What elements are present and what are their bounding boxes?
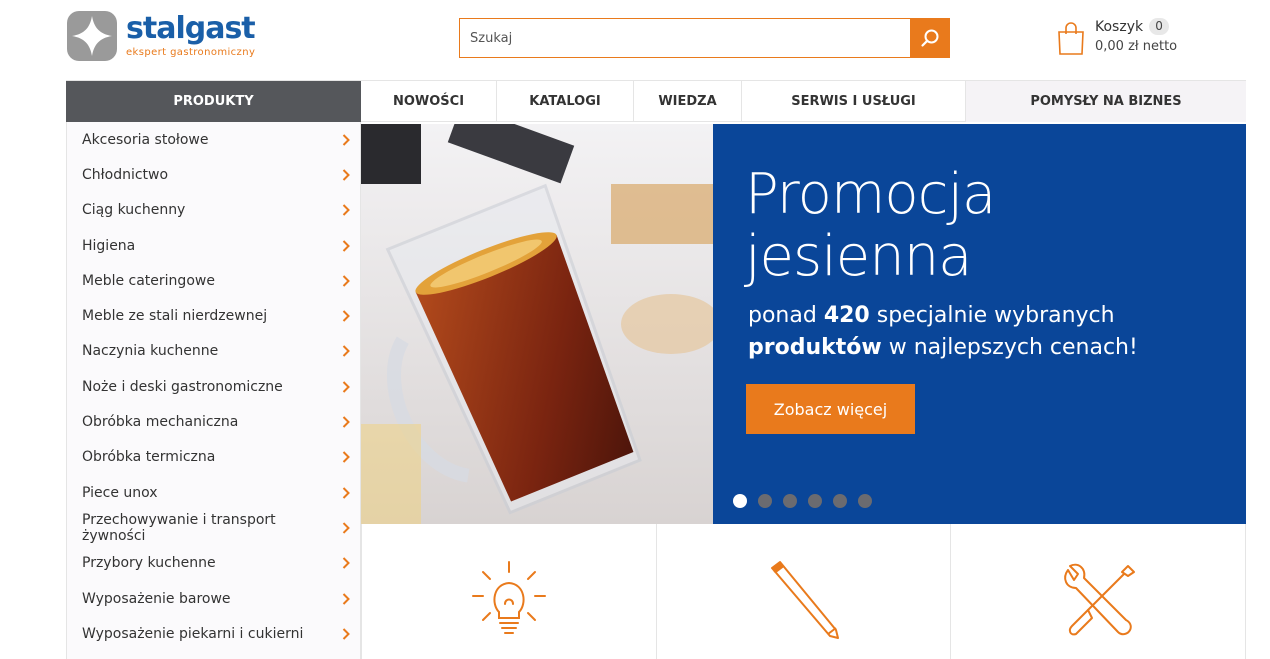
- category-item[interactable]: Chłodnictwo: [67, 157, 360, 192]
- chevron-right-icon: [342, 204, 350, 216]
- nav-item-katalogi[interactable]: KATALOGI: [497, 81, 634, 122]
- promo-banner[interactable]: Promocja jesienna ponad 420 specjalnie w…: [361, 124, 1246, 524]
- category-label: Przechowywanie i transport żywności: [82, 511, 276, 544]
- category-label: Chłodnictwo: [82, 166, 169, 183]
- tea-glass-image: [361, 124, 713, 524]
- category-item[interactable]: Piece unox: [67, 475, 360, 510]
- tile-ideas[interactable]: [361, 524, 657, 659]
- category-item[interactable]: Naczynia kuchenne: [67, 334, 360, 369]
- slider-dot[interactable]: [808, 494, 822, 508]
- chevron-right-icon: [342, 557, 350, 569]
- chevron-right-icon: [342, 486, 350, 499]
- search-button[interactable]: [910, 18, 950, 58]
- chevron-right-icon: [342, 345, 350, 358]
- slider-dot[interactable]: [733, 494, 747, 508]
- cart[interactable]: Koszyk 0 0,00 zł netto: [1056, 18, 1236, 62]
- shopping-bag-icon: [1058, 22, 1084, 55]
- cart-label: Koszyk: [1095, 18, 1144, 35]
- cart-count-badge: 0: [1149, 18, 1170, 35]
- category-label: Obróbka mechaniczna: [82, 414, 239, 431]
- category-label: Naczynia kuchenne: [82, 343, 219, 360]
- nav-item-wiedza[interactable]: WIEDZA: [634, 81, 742, 122]
- chevron-right-icon: [342, 592, 350, 605]
- chevron-right-icon: [342, 133, 350, 146]
- category-label: Wyposażenie barowe: [82, 590, 231, 607]
- category-label: Meble ze stali nierdzewnej: [82, 308, 268, 325]
- category-label: Noże i deski gastronomiczne: [82, 378, 283, 395]
- chevron-right-icon: [342, 628, 350, 640]
- promo-title: Promocja jesienna: [745, 162, 996, 289]
- category-item[interactable]: Meble ze stali nierdzewnej: [67, 298, 360, 333]
- category-item[interactable]: Noże i deski gastronomiczne: [67, 369, 360, 404]
- slider-dots: [733, 494, 883, 508]
- main-nav: PRODUKTY NOWOŚCI KATALOGI WIEDZA SERWIS …: [66, 80, 1246, 122]
- chevron-right-icon: [342, 522, 350, 534]
- feature-tiles: [361, 524, 1247, 659]
- slider-dot[interactable]: [758, 494, 772, 508]
- chevron-right-icon: [342, 451, 350, 464]
- see-more-button[interactable]: Zobacz więcej: [746, 384, 915, 434]
- nav-item-pomysly[interactable]: POMYSŁY NA BIZNES: [966, 81, 1246, 122]
- category-item[interactable]: Ciąg kuchenny: [67, 193, 360, 228]
- promo-panel: Promocja jesienna ponad 420 specjalnie w…: [713, 124, 1246, 524]
- nav-item-nowosci[interactable]: NOWOŚCI: [361, 81, 497, 122]
- cart-total: 0,00 zł netto: [1095, 39, 1178, 54]
- chevron-right-icon: [342, 416, 350, 428]
- promo-subtitle: ponad 420 specjalnie wybranych produktów…: [748, 303, 1138, 360]
- category-label: Meble cateringowe: [82, 272, 215, 289]
- search-input[interactable]: [459, 18, 910, 58]
- category-item[interactable]: Meble cateringowe: [67, 263, 360, 298]
- chevron-right-icon: [342, 169, 350, 181]
- category-item[interactable]: Wyposażenie piekarni i cukierni: [67, 616, 360, 651]
- category-item[interactable]: Przybory kuchenne: [67, 546, 360, 581]
- nav-item-serwis[interactable]: SERWIS I USŁUGI: [742, 81, 966, 122]
- category-item[interactable]: Przechowywanie i transport żywności: [67, 510, 360, 545]
- category-label: Wyposażenie piekarni i cukierni: [82, 625, 304, 642]
- tools-icon: [1064, 563, 1136, 636]
- category-label: Obróbka termiczna: [82, 449, 216, 466]
- chevron-right-icon: [342, 239, 350, 252]
- nav-products[interactable]: PRODUKTY: [66, 81, 361, 122]
- brand-tagline: ekspert gastronomiczny: [126, 47, 256, 58]
- pencil-icon: [770, 561, 839, 639]
- tile-service[interactable]: [951, 524, 1247, 659]
- category-sidebar: Akcesoria stołowe Chłodnictwo Ciąg kuchenn…: [66, 122, 361, 659]
- brand-name: stalgast: [126, 11, 256, 46]
- category-item[interactable]: Obróbka termiczna: [67, 440, 360, 475]
- category-label: Akcesoria stołowe: [82, 131, 209, 148]
- category-label: Przybory kuchenne: [82, 555, 216, 572]
- category-label: Piece unox: [82, 484, 158, 501]
- search-bar: [459, 18, 950, 58]
- category-item[interactable]: Higiena: [67, 228, 360, 263]
- category-item[interactable]: Obróbka mechaniczna: [67, 404, 360, 439]
- lightbulb-icon: [471, 561, 546, 634]
- chevron-right-icon: [342, 381, 350, 393]
- chevron-right-icon: [342, 275, 350, 287]
- search-icon: [921, 29, 939, 47]
- category-item[interactable]: Akcesoria stołowe: [67, 122, 360, 157]
- logo[interactable]: stalgast ekspert gastronomiczny: [66, 10, 266, 62]
- chevron-right-icon: [342, 310, 350, 322]
- slider-dot[interactable]: [783, 494, 797, 508]
- tile-design[interactable]: [657, 524, 952, 659]
- category-item[interactable]: Wyposażenie barowe: [67, 581, 360, 616]
- category-label: Ciąg kuchenny: [82, 202, 186, 219]
- category-label: Higiena: [82, 237, 136, 254]
- slider-dot[interactable]: [858, 494, 872, 508]
- slider-dot[interactable]: [833, 494, 847, 508]
- stalgast-logo-icon: [66, 10, 118, 62]
